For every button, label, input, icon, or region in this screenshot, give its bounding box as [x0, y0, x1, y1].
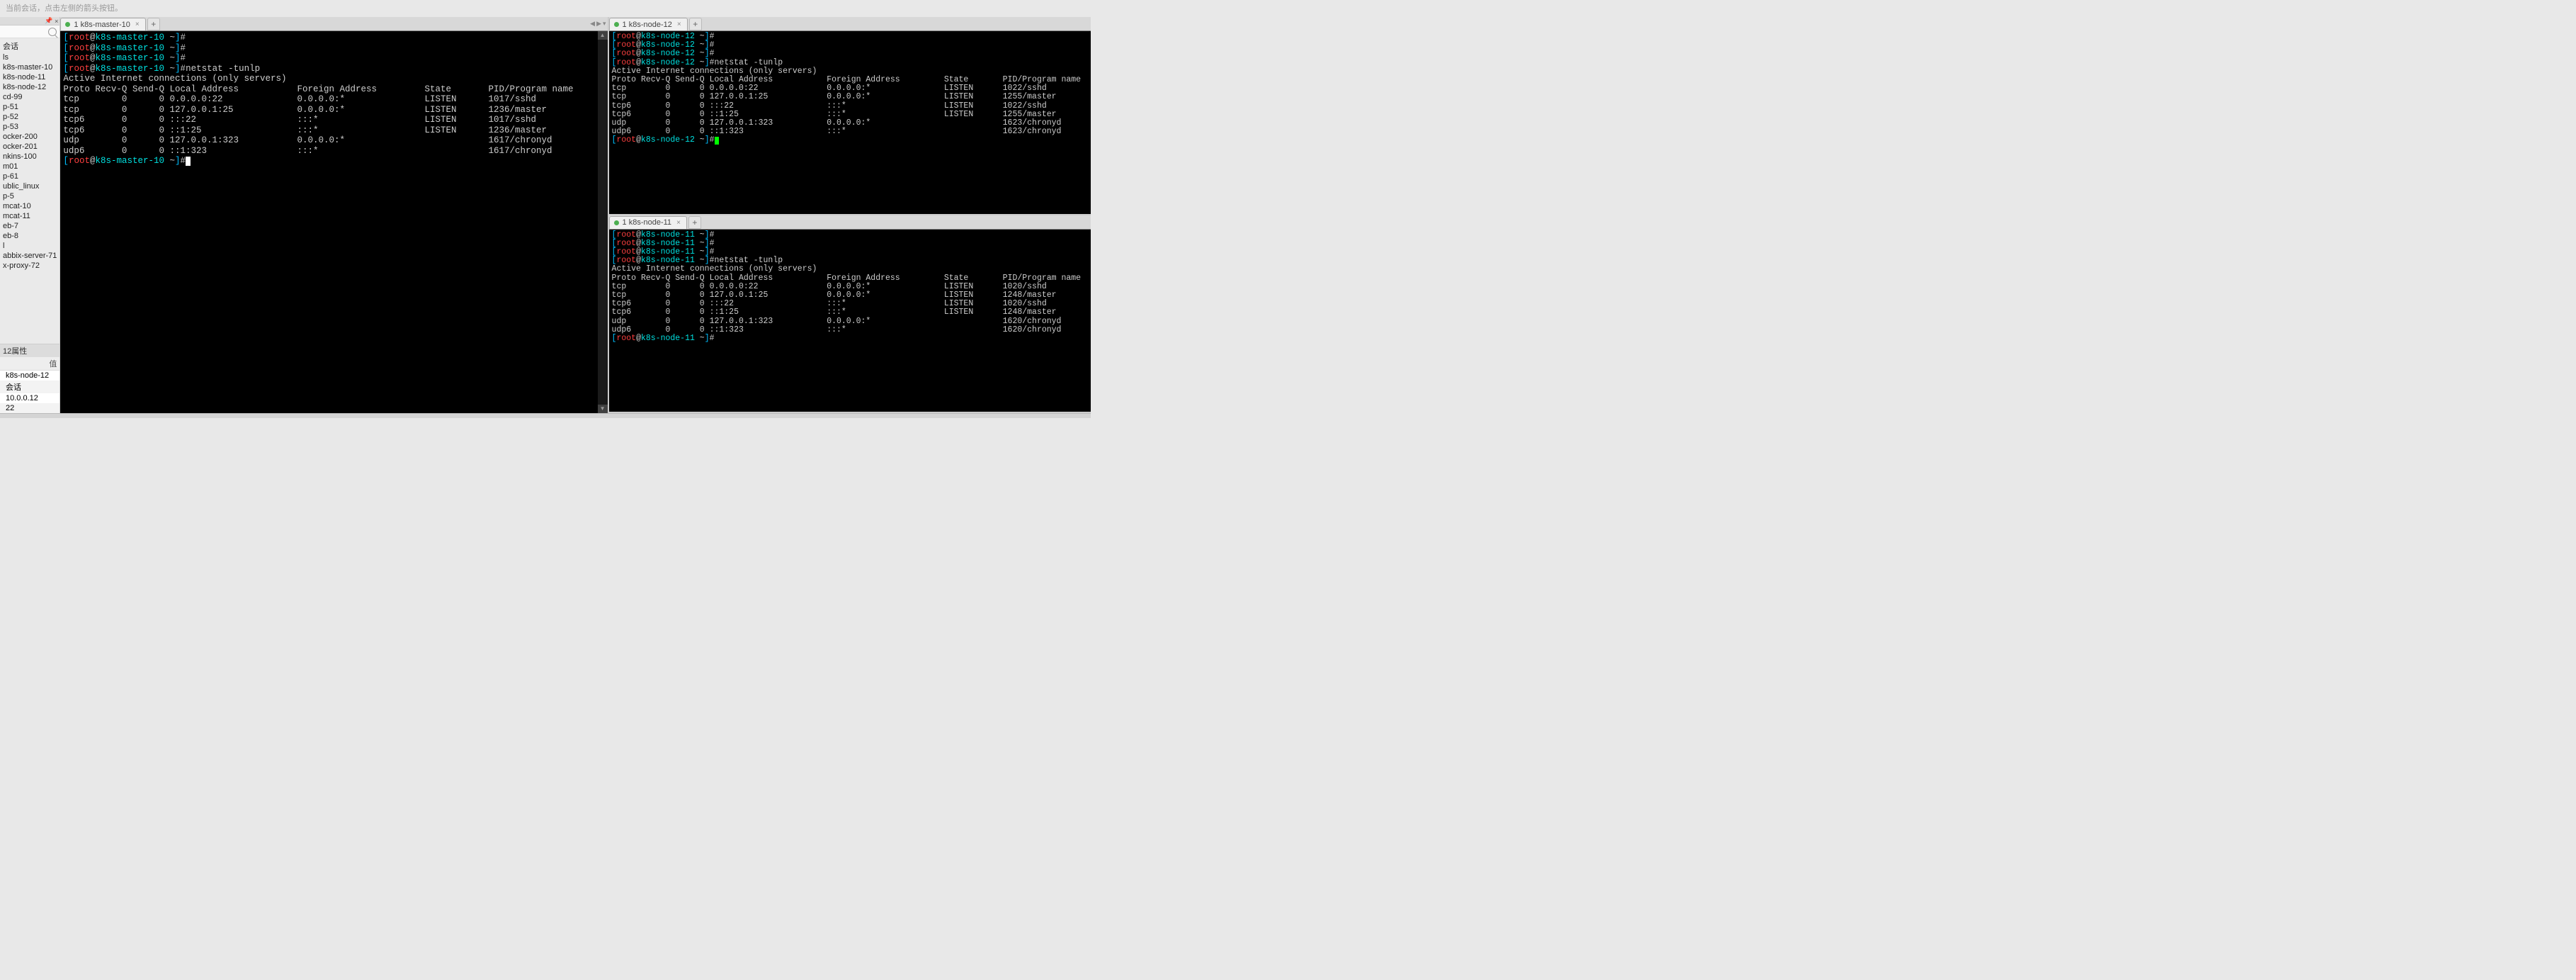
workspace: 1 k8s-master-10×+◀▶▾[root@k8s-master-10 …	[60, 17, 1091, 413]
properties-col-value: 值	[0, 357, 59, 370]
search-icon	[48, 28, 57, 36]
tree-item[interactable]: l	[0, 241, 59, 251]
status-dot-icon	[614, 22, 619, 27]
property-value: k8s-node-12	[0, 371, 59, 381]
tree-item[interactable]: p-5	[0, 191, 59, 201]
tab-label: 1 k8s-master-10	[74, 21, 130, 29]
terminal-tab[interactable]: 1 k8s-node-12 ×	[609, 18, 688, 30]
right-pane: 1 k8s-node-12×+◀▶▾[root@k8s-node-12 ~]# …	[609, 17, 1091, 413]
tree-item[interactable]: nkins-100	[0, 152, 59, 162]
terminal-body[interactable]: [root@k8s-master-10 ~]# [root@k8s-master…	[60, 31, 607, 413]
session-tree[interactable]: 会话lsk8s-master-10k8s-node-11k8s-node-12c…	[0, 38, 59, 344]
scroll-down-icon[interactable]: ▼	[598, 405, 608, 413]
sidebar: 📌 × 会话lsk8s-master-10k8s-node-11k8s-node…	[0, 17, 60, 413]
terminal-bottom-right: 1 k8s-node-11×+◀▶▾[root@k8s-node-11 ~]# …	[609, 215, 1091, 414]
scroll-up-icon[interactable]: ▲	[598, 31, 608, 40]
tab-close-icon[interactable]: ×	[676, 219, 681, 227]
cursor	[715, 137, 719, 145]
tree-item[interactable]: ocker-201	[0, 142, 59, 152]
tab-close-icon[interactable]: ×	[677, 21, 681, 28]
app-root: 当前会话，点击左侧的箭头按钮。 📌 × 会话lsk8s-master-10k8s…	[0, 0, 1091, 418]
tree-item[interactable]: eb-8	[0, 231, 59, 241]
tree-item[interactable]: ublic_linux	[0, 181, 59, 191]
property-value: 22	[0, 403, 59, 413]
terminal-output[interactable]: [root@k8s-master-10 ~]# [root@k8s-master…	[60, 31, 597, 413]
tree-item[interactable]: p-52	[0, 112, 59, 122]
tab-add-button[interactable]: +	[147, 18, 160, 30]
terminal-output[interactable]: [root@k8s-node-11 ~]# [root@k8s-node-11 …	[609, 230, 1091, 412]
pin-icon[interactable]: 📌	[45, 17, 52, 25]
tab-add-button[interactable]: +	[688, 216, 701, 229]
tree-item[interactable]: eb-7	[0, 221, 59, 231]
tab-prev-icon[interactable]: ◀	[590, 20, 595, 28]
tree-item[interactable]: x-proxy-72	[0, 261, 59, 271]
property-value: 10.0.0.12	[0, 393, 59, 403]
cursor	[186, 157, 191, 166]
tree-item[interactable]: m01	[0, 162, 59, 171]
tab-add-button[interactable]: +	[689, 18, 702, 30]
tree-item[interactable]: k8s-master-10	[0, 62, 59, 72]
terminal-top-right: 1 k8s-node-12×+◀▶▾[root@k8s-node-12 ~]# …	[609, 17, 1091, 215]
terminal-tab[interactable]: 1 k8s-master-10 ×	[60, 18, 145, 30]
properties-title: 12属性	[0, 344, 59, 357]
tree-item[interactable]: abbix-server-71	[0, 251, 59, 261]
tree-item[interactable]: cd-99	[0, 92, 59, 102]
status-bar	[0, 413, 1091, 418]
sidebar-search[interactable]	[0, 26, 59, 38]
tree-item[interactable]: p-53	[0, 122, 59, 132]
tree-item[interactable]: k8s-node-12	[0, 82, 59, 92]
tree-item[interactable]: ls	[0, 52, 59, 62]
properties-rows: k8s-node-12会话10.0.0.1222	[0, 371, 59, 413]
properties-panel: 12属性 值 k8s-node-12会话10.0.0.1222	[0, 344, 59, 413]
tree-item[interactable]: p-51	[0, 102, 59, 112]
tree-item[interactable]: k8s-node-11	[0, 72, 59, 82]
tree-item[interactable]: mcat-10	[0, 201, 59, 211]
sidebar-toolbar: 📌 ×	[0, 17, 59, 26]
left-pane: 1 k8s-master-10×+◀▶▾[root@k8s-master-10 …	[60, 17, 608, 413]
tab-bar: 1 k8s-node-12×+◀▶▾	[609, 17, 1091, 31]
tab-menu-icon[interactable]: ▾	[603, 20, 606, 28]
tab-nav: ◀▶▾	[589, 17, 607, 30]
close-icon[interactable]: ×	[55, 18, 58, 25]
tab-label: 1 k8s-node-12	[623, 21, 672, 29]
properties-columns: 值	[0, 357, 59, 371]
tab-label: 1 k8s-node-11	[623, 218, 672, 227]
terminal-output[interactable]: [root@k8s-node-12 ~]# [root@k8s-node-12 …	[609, 31, 1091, 214]
tab-bar: 1 k8s-node-11×+◀▶▾	[609, 215, 1091, 230]
status-dot-icon	[65, 22, 70, 27]
terminal-left: 1 k8s-master-10×+◀▶▾[root@k8s-master-10 …	[60, 17, 607, 413]
tab-next-icon[interactable]: ▶	[596, 20, 601, 28]
scrollbar[interactable]: ▲▼	[598, 31, 608, 413]
property-value: 会话	[0, 381, 59, 393]
scroll-track[interactable]	[598, 40, 608, 405]
terminal-tab[interactable]: 1 k8s-node-11 ×	[609, 216, 687, 229]
terminal-body[interactable]: [root@k8s-node-11 ~]# [root@k8s-node-11 …	[609, 230, 1091, 412]
tree-item[interactable]: mcat-11	[0, 211, 59, 221]
main-area: 📌 × 会话lsk8s-master-10k8s-node-11k8s-node…	[0, 17, 1091, 413]
terminal-body[interactable]: [root@k8s-node-12 ~]# [root@k8s-node-12 …	[609, 31, 1091, 214]
info-hint: 当前会话，点击左侧的箭头按钮。	[6, 4, 123, 13]
tree-header: 会话	[0, 40, 59, 52]
tree-item[interactable]: p-61	[0, 171, 59, 181]
tab-close-icon[interactable]: ×	[135, 21, 140, 28]
tree-item[interactable]: ocker-200	[0, 132, 59, 142]
tab-bar: 1 k8s-master-10 × + ◀▶▾	[60, 17, 607, 31]
status-dot-icon	[614, 220, 619, 225]
info-bar: 当前会话，点击左侧的箭头按钮。	[0, 0, 1091, 17]
